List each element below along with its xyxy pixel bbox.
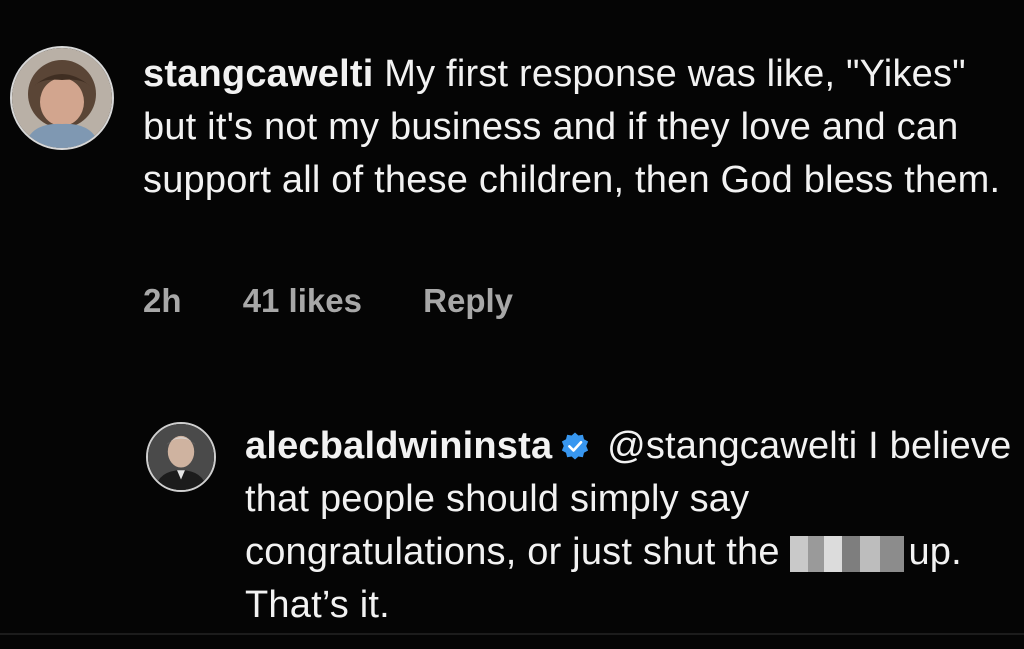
reply-comment-item: alecbaldwininsta @stangcawelti I believe…: [0, 400, 1024, 649]
censored-blur-icon: [790, 536, 905, 572]
comment-item: stangcawelti My first response was like,…: [0, 0, 1024, 340]
comment-username[interactable]: stangcawelti: [143, 53, 373, 95]
comment-timestamp: 2h: [143, 282, 182, 319]
reply-button[interactable]: Reply: [423, 282, 513, 319]
comment-likes-count[interactable]: 41 likes: [243, 282, 362, 319]
user-avatar-icon[interactable]: [10, 46, 114, 150]
comment-meta: 2h 41 likes Reply: [143, 282, 513, 320]
comment-body: stangcawelti My first response was like,…: [143, 48, 1003, 207]
verified-badge-icon: [560, 431, 590, 461]
user-avatar-icon[interactable]: [146, 422, 216, 492]
mention-link[interactable]: @stangcawelti: [607, 425, 857, 467]
comment-username[interactable]: alecbaldwininsta: [245, 425, 552, 467]
divider: [0, 633, 1024, 635]
comment-body: alecbaldwininsta @stangcawelti I believe…: [245, 420, 1015, 632]
